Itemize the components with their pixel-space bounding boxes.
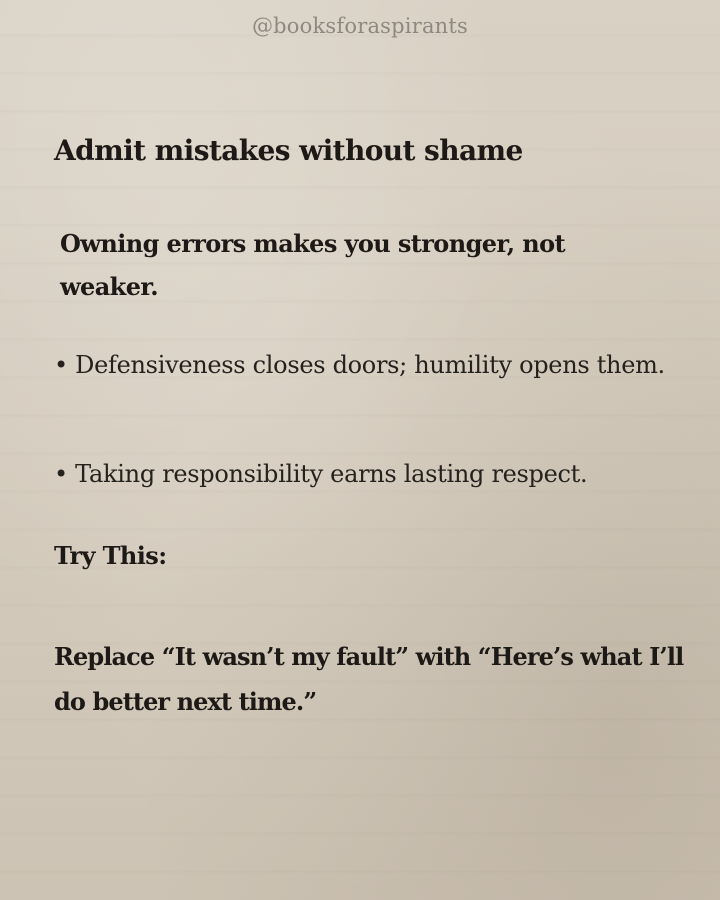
book-page: @booksforaspirants Admit mistakes withou… <box>0 0 720 900</box>
try-this-text: Replace “It wasn’t my fault” with “Here’… <box>54 642 684 716</box>
account-handle: @booksforaspirants <box>251 14 469 38</box>
page-title: Admit mistakes without shame <box>54 134 523 167</box>
bullet-item-defensiveness: • Defensiveness closes doors; humility o… <box>54 351 665 379</box>
subheading: Owning errors makes you stronger, not we… <box>60 229 566 301</box>
bullet-item-responsibility: • Taking responsibility earns lasting re… <box>54 460 588 488</box>
try-this-label: Try This: <box>54 541 167 570</box>
